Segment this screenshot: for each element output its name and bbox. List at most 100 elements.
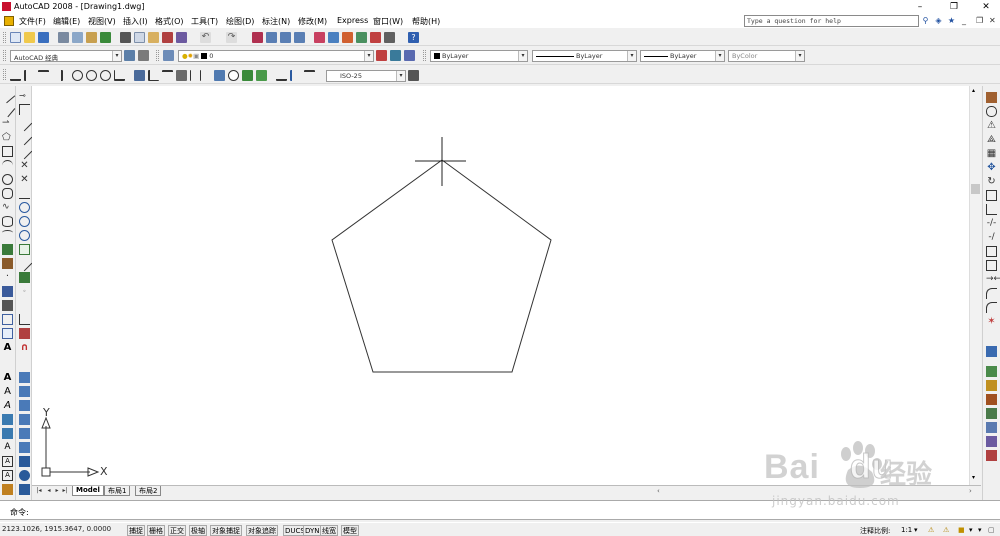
first-tab-icon[interactable]: |◂ [35,487,43,495]
hatch-back-icon[interactable] [986,422,997,433]
menu-file[interactable]: 文件(F) [19,16,46,27]
fillet-icon[interactable] [19,314,30,325]
scroll-thumb[interactable] [971,184,980,194]
dyn-toggle[interactable]: DYN [303,525,322,536]
toolbar-grip[interactable] [3,50,6,61]
plotstyle-dropdown[interactable]: ByColor ▾ [728,50,805,62]
annotation-visibility-icon[interactable]: ⚠ [928,526,934,534]
prev-tab-icon[interactable]: ◂ [45,487,53,495]
justify-text-icon[interactable]: A [2,456,13,467]
make-current-layer-icon[interactable] [376,50,387,61]
coordinates-display[interactable]: 2123.1026, 1915.3647, 0.0000 [2,525,124,536]
markup-icon[interactable] [370,32,381,43]
copy-object-icon[interactable] [986,106,997,117]
annotation-scale-value[interactable]: 1:1 [901,526,912,534]
3d-box-icon[interactable] [19,372,30,383]
dimension-update-icon[interactable] [304,70,315,81]
menu-edit[interactable]: 编辑(E) [53,16,80,27]
menu-format[interactable]: 格式(O) [155,16,184,27]
region-icon[interactable] [2,314,13,325]
horizontal-scrollbar[interactable]: ‹ › [657,487,977,495]
3d-cone-icon[interactable] [19,400,30,411]
jogged-icon[interactable] [86,70,97,81]
erase-icon[interactable]: ⊸ [19,90,30,101]
baseline-icon[interactable] [148,70,159,81]
spline-icon[interactable]: ∿ [2,202,13,213]
gradient-icon[interactable] [2,300,13,311]
3d-extrude-icon[interactable] [19,470,30,481]
design-center-icon[interactable] [328,32,339,43]
tab-model[interactable]: Model [72,486,104,496]
lineweight-dropdown[interactable]: ByLayer ▾ [640,50,725,62]
erase-icon[interactable] [986,92,997,103]
chevron-down-icon[interactable]: ▾ [969,526,973,534]
dimension-style-dropdown[interactable]: ISO-25 ▾ [326,70,406,82]
toolbar-grip[interactable] [3,69,6,80]
properties-icon[interactable] [314,32,325,43]
tolerance-icon[interactable] [214,70,225,81]
revision-cloud-icon[interactable] [2,188,13,199]
copy-icon[interactable] [134,32,145,43]
favorites-icon[interactable]: ★ [946,15,957,26]
construction-line-icon[interactable] [0,101,16,118]
scale-icon[interactable] [986,190,997,201]
table-icon[interactable] [2,328,13,339]
model-toggle[interactable]: 模型 [341,525,359,536]
3d-sphere-icon[interactable] [19,414,30,425]
undo-icon[interactable]: ↶ [200,32,211,43]
dimension-style-icon[interactable] [408,70,419,81]
maximize-button[interactable]: ❐ [942,0,966,14]
menu-express[interactable]: Express [337,16,368,25]
zoom-window-icon[interactable] [280,32,291,43]
menu-dimension[interactable]: 标注(N) [262,16,290,27]
tab-layout1[interactable]: 布局1 [104,486,131,496]
pan-icon[interactable] [252,32,263,43]
copy-object-icon[interactable] [19,104,30,115]
linetype-dropdown[interactable]: ByLayer ▾ [532,50,637,62]
doc-close-button[interactable]: ✕ [989,16,996,25]
ordinate-icon[interactable] [52,70,63,81]
workspace-settings-icon[interactable] [124,50,135,61]
dimension-break-icon[interactable] [190,70,201,81]
join-icon[interactable] [19,272,30,283]
calculator-icon[interactable] [384,32,395,43]
tool-palettes-icon[interactable] [342,32,353,43]
mirror-icon[interactable]: ⚠ [986,120,997,131]
search-icon[interactable]: ⚲ [920,15,931,26]
3d-pyramid-icon[interactable] [19,456,30,467]
center-mark-icon[interactable] [228,70,239,81]
help-search-input[interactable]: Type a question for help [744,15,919,27]
extend-icon[interactable] [19,230,30,241]
block-editor-icon[interactable] [176,32,187,43]
doc-restore-button[interactable]: ❐ [976,16,983,25]
polar-toggle[interactable]: 极轴 [189,525,207,536]
join-icon[interactable]: →← [986,274,1000,285]
menu-window[interactable]: 窗口(W) [373,16,403,27]
help-icon[interactable]: ? [408,32,419,43]
quick-dimension-icon[interactable] [134,70,145,81]
stretch-icon[interactable] [986,204,997,215]
scroll-down-icon[interactable]: ▾ [972,474,975,481]
pentagon-shape[interactable] [331,159,552,373]
break-icon[interactable] [986,260,997,271]
diameter-icon[interactable] [100,70,111,81]
break-icon[interactable] [16,255,33,272]
chevron-down-icon[interactable]: ▾ [914,526,918,534]
menu-insert[interactable]: 插入(I) [123,16,148,27]
inspection-icon[interactable] [242,70,253,81]
multiline-text-icon[interactable]: A [2,342,13,353]
extend-icon[interactable]: -/ [986,232,997,243]
fillet-icon[interactable] [986,302,997,313]
zoom-realtime-icon[interactable] [266,32,277,43]
rectangle-icon[interactable] [2,146,13,157]
scroll-right-icon[interactable]: › [969,487,972,495]
polyline-icon[interactable]: ⇀ [2,118,13,129]
dimension-text-edit-icon[interactable] [290,70,301,81]
minimize-button[interactable]: – [908,0,932,14]
toolbar-grip[interactable] [3,32,6,43]
document-icon[interactable] [4,16,14,26]
close-button[interactable]: ✕ [974,0,998,14]
chamfer-icon[interactable] [986,288,997,299]
trim-icon[interactable]: -/- [986,218,997,229]
rotate-icon[interactable]: ✕ [19,174,30,185]
